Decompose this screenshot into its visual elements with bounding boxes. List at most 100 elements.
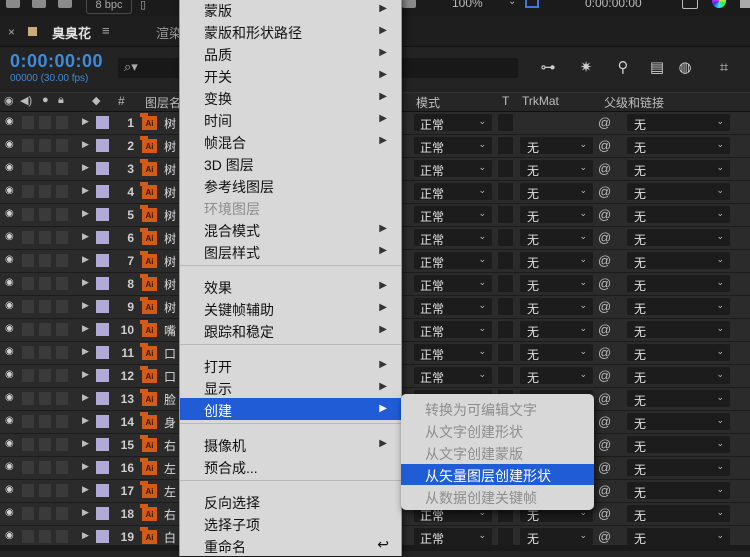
- pick-whip-icon[interactable]: @: [598, 529, 611, 544]
- menu-item-create[interactable]: 创建 ▶: [180, 398, 401, 420]
- menu-item-layer-styles[interactable]: 图层样式 ▶: [180, 240, 401, 262]
- parent-dropdown[interactable]: 无 ⌄: [627, 367, 730, 385]
- parent-dropdown[interactable]: 无 ⌄: [627, 160, 730, 178]
- blend-mode-dropdown[interactable]: 正常 ⌄: [414, 206, 492, 224]
- pick-whip-icon[interactable]: @: [598, 414, 611, 429]
- trash-icon[interactable]: ▯: [140, 0, 152, 11]
- lock-toggle[interactable]: [56, 323, 68, 336]
- folder-icon[interactable]: [32, 0, 46, 8]
- menu-item-blending-mode[interactable]: 混合模式 ▶: [180, 218, 401, 240]
- menu-item-switches[interactable]: 开关 ▶: [180, 64, 401, 86]
- lock-toggle[interactable]: [56, 484, 68, 497]
- label-color-swatch[interactable]: [96, 507, 109, 520]
- pick-whip-icon[interactable]: @: [598, 391, 611, 406]
- preserve-transparency-toggle[interactable]: [498, 160, 513, 177]
- menu-item-rename[interactable]: 重命名 ↩: [180, 534, 401, 556]
- audio-toggle[interactable]: [22, 139, 34, 152]
- eye-icon[interactable]: ◉: [5, 323, 14, 334]
- menu-item-mask-and-shape-path[interactable]: 蒙版和形状路径 ▶: [180, 20, 401, 42]
- pick-whip-icon[interactable]: @: [598, 230, 611, 245]
- lock-toggle[interactable]: [56, 300, 68, 313]
- lock-toggle[interactable]: [56, 231, 68, 244]
- track-matte-dropdown[interactable]: 无⌄: [520, 252, 593, 270]
- preserve-transparency-toggle[interactable]: [498, 137, 513, 154]
- expand-triangle-icon[interactable]: ▶: [82, 208, 89, 219]
- solo-toggle[interactable]: [39, 461, 51, 474]
- expand-triangle-icon[interactable]: ▶: [82, 461, 89, 472]
- layer-name[interactable]: 嘴: [164, 322, 176, 339]
- chevron-down-icon[interactable]: ⌄: [508, 0, 516, 7]
- label-color-swatch[interactable]: [96, 461, 109, 474]
- parent-dropdown[interactable]: 无 ⌄: [627, 436, 730, 454]
- eye-icon[interactable]: ◉: [4, 94, 14, 107]
- solo-toggle[interactable]: [39, 484, 51, 497]
- submenu-item-create-shapes-from-vector-layer[interactable]: 从矢量图层创建形状: [401, 464, 594, 485]
- audio-toggle[interactable]: [22, 231, 34, 244]
- pick-whip-icon[interactable]: @: [598, 368, 611, 383]
- menu-item-quality[interactable]: 品质 ▶: [180, 42, 401, 64]
- composition-icon[interactable]: [58, 0, 72, 8]
- lock-icon[interactable]: 🔒︎: [58, 94, 64, 107]
- menu-item-frame-blending[interactable]: 帧混合 ▶: [180, 130, 401, 152]
- audio-toggle[interactable]: [22, 415, 34, 428]
- menu-item-transform[interactable]: 变换 ▶: [180, 86, 401, 108]
- label-color-swatch[interactable]: [96, 530, 109, 543]
- preserve-transparency-toggle[interactable]: [498, 275, 513, 292]
- menu-item-camera[interactable]: 摄像机 ▶: [180, 433, 401, 455]
- expand-triangle-icon[interactable]: ▶: [82, 392, 89, 403]
- menu-item-time[interactable]: 时间 ▶: [180, 108, 401, 130]
- eye-icon[interactable]: ◉: [5, 139, 14, 150]
- blend-mode-dropdown[interactable]: 正常 ⌄: [414, 367, 492, 385]
- project-icon[interactable]: [6, 0, 20, 8]
- label-color-swatch[interactable]: [96, 300, 109, 313]
- layer-name[interactable]: 树: [164, 207, 176, 224]
- preserve-transparency-toggle[interactable]: [498, 321, 513, 338]
- tab-menu-icon[interactable]: ≡: [102, 23, 110, 38]
- label-color-swatch[interactable]: [96, 139, 109, 152]
- parent-dropdown[interactable]: 无 ⌄: [627, 114, 730, 132]
- layer-name[interactable]: 左: [164, 483, 176, 500]
- parent-dropdown[interactable]: 无 ⌄: [627, 183, 730, 201]
- track-matte-dropdown[interactable]: 无⌄: [520, 367, 593, 385]
- track-matte-dropdown[interactable]: 无⌄: [520, 206, 593, 224]
- track-matte-dropdown[interactable]: 无⌄: [520, 137, 593, 155]
- blend-mode-dropdown[interactable]: 正常 ⌄: [414, 275, 492, 293]
- pick-whip-icon[interactable]: @: [598, 322, 611, 337]
- solo-toggle[interactable]: [39, 185, 51, 198]
- zoom-level[interactable]: 100%: [452, 0, 483, 10]
- solo-toggle[interactable]: [39, 116, 51, 129]
- eye-icon[interactable]: ◉: [5, 438, 14, 449]
- parent-dropdown[interactable]: 无 ⌄: [627, 528, 730, 546]
- menu-item-track-and-stabilize[interactable]: 跟踪和稳定 ▶: [180, 319, 401, 341]
- audio-toggle[interactable]: [22, 484, 34, 497]
- close-icon[interactable]: ×: [8, 25, 15, 39]
- eye-icon[interactable]: ◉: [5, 484, 14, 495]
- solo-toggle[interactable]: [39, 162, 51, 175]
- solo-toggle[interactable]: [39, 415, 51, 428]
- track-matte-dropdown[interactable]: 无⌄: [520, 275, 593, 293]
- eye-icon[interactable]: ◉: [5, 346, 14, 357]
- pick-whip-icon[interactable]: @: [598, 115, 611, 130]
- solo-toggle[interactable]: [39, 392, 51, 405]
- layer-name[interactable]: 树: [164, 184, 176, 201]
- pick-whip-icon[interactable]: @: [598, 460, 611, 475]
- layer-name[interactable]: 树: [164, 115, 176, 132]
- audio-toggle[interactable]: [22, 507, 34, 520]
- lock-toggle[interactable]: [56, 415, 68, 428]
- audio-toggle[interactable]: [22, 300, 34, 313]
- track-matte-dropdown[interactable]: 无⌄: [520, 160, 593, 178]
- eye-icon[interactable]: ◉: [5, 392, 14, 403]
- audio-toggle[interactable]: [22, 254, 34, 267]
- frame-blending-icon[interactable]: ▤: [647, 58, 667, 78]
- audio-toggle[interactable]: [22, 438, 34, 451]
- track-matte-dropdown[interactable]: 无⌄: [520, 321, 593, 339]
- expand-triangle-icon[interactable]: ▶: [82, 300, 89, 311]
- lock-toggle[interactable]: [56, 116, 68, 129]
- expand-triangle-icon[interactable]: ▶: [82, 415, 89, 426]
- label-color-swatch[interactable]: [96, 231, 109, 244]
- label-color-swatch[interactable]: [96, 346, 109, 359]
- expand-triangle-icon[interactable]: ▶: [82, 162, 89, 173]
- parent-dropdown[interactable]: 无 ⌄: [627, 298, 730, 316]
- parent-dropdown[interactable]: 无 ⌄: [627, 482, 730, 500]
- menu-item-mask[interactable]: 蒙版 ▶: [180, 0, 401, 20]
